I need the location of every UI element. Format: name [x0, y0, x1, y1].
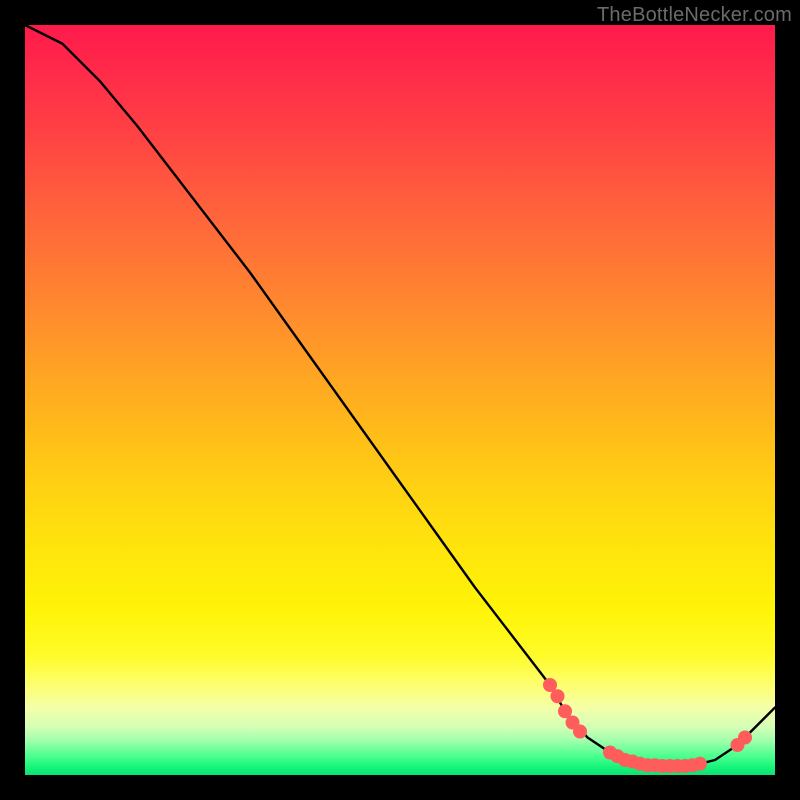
curve-svg — [25, 25, 775, 775]
data-marker — [551, 689, 565, 703]
data-marker — [693, 757, 707, 771]
curve-markers — [543, 678, 752, 773]
chart-frame: TheBottleNecker.com — [0, 0, 800, 800]
bottleneck-curve — [25, 25, 775, 766]
plot-area — [25, 25, 775, 775]
data-marker — [738, 731, 752, 745]
attribution-label: TheBottleNecker.com — [597, 4, 792, 27]
data-marker — [573, 725, 587, 739]
